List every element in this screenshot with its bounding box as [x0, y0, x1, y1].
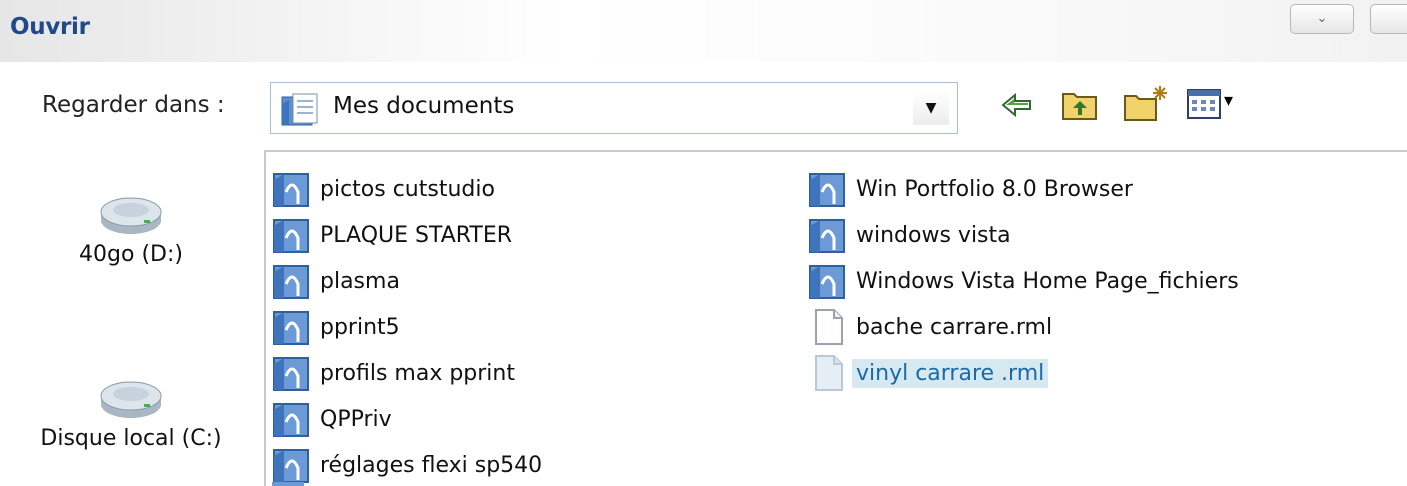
file-column-1: pictos cutstudio PLAQUE STARTER plasma p…	[272, 166, 546, 486]
item-name: vinyl carrare .rml	[852, 358, 1049, 388]
folder-icon	[809, 219, 845, 253]
list-item[interactable]: PLAQUE STARTER	[272, 212, 546, 258]
look-in-value: Mes documents	[333, 93, 515, 119]
new-folder-icon	[1124, 86, 1167, 121]
folder-icon	[273, 219, 309, 253]
folder-icon	[273, 265, 309, 299]
window-control-button[interactable]	[1370, 4, 1407, 34]
list-item[interactable]: profils max pprint	[272, 350, 546, 396]
item-name: pprint5	[320, 314, 400, 340]
list-item[interactable]: réglages flexi sp540	[272, 442, 546, 486]
folder-icon	[273, 449, 309, 483]
item-name: plasma	[320, 268, 400, 294]
folder-icon	[273, 173, 309, 207]
dropdown-arrow-icon: ▼	[925, 100, 937, 116]
view-menu-button[interactable]: ▾	[1186, 88, 1233, 124]
up-folder-icon	[1062, 93, 1097, 120]
dialog-title: Ouvrir	[10, 14, 90, 40]
file-icon	[815, 355, 843, 391]
title-bar: Ouvrir ⌄	[0, 0, 1407, 62]
window-control-button[interactable]: ⌄	[1290, 4, 1354, 34]
up-folder-button[interactable]	[1060, 86, 1100, 126]
item-name: PLAQUE STARTER	[320, 222, 513, 248]
look-in-label: Regarder dans :	[42, 92, 225, 118]
list-item[interactable]: bache carrare.rml	[808, 304, 1243, 350]
chevron-down-icon: ⌄	[1316, 11, 1328, 26]
list-item[interactable]: QPPriv	[272, 396, 546, 442]
list-item[interactable]: Windows Vista Home Page_fichiers	[808, 258, 1243, 304]
item-name: Windows Vista Home Page_fichiers	[856, 268, 1239, 294]
view-menu-arrow-icon: ▾	[1224, 90, 1234, 111]
hard-drive-icon	[100, 381, 162, 418]
new-folder-button[interactable]	[1122, 84, 1170, 126]
folder-icon	[809, 265, 845, 299]
list-item[interactable]: pprint5	[272, 304, 546, 350]
item-name: pictos cutstudio	[320, 176, 495, 202]
my-documents-folder-icon	[281, 92, 321, 130]
folder-icon	[809, 173, 845, 207]
folder-icon	[273, 357, 309, 391]
partial-folder-icon	[272, 482, 304, 486]
list-item[interactable]: Win Portfolio 8.0 Browser	[808, 166, 1243, 212]
item-name: QPPriv	[320, 406, 392, 432]
folder-icon	[273, 311, 309, 345]
place-label-drive-c: Disque local (C:)	[40, 426, 222, 451]
view-menu-icon	[1187, 89, 1221, 119]
list-item[interactable]: windows vista	[808, 212, 1243, 258]
back-icon	[1001, 92, 1031, 118]
file-column-2: Win Portfolio 8.0 Browser windows vista …	[808, 166, 1243, 396]
file-list[interactable]: pictos cutstudio PLAQUE STARTER plasma p…	[264, 150, 1407, 486]
look-in-dropdown-button[interactable]: ▼	[913, 91, 949, 125]
file-icon	[815, 309, 843, 345]
place-label-drive-d: 40go (D:)	[79, 242, 183, 267]
item-name: profils max pprint	[320, 360, 515, 386]
hard-drive-icon	[100, 197, 162, 234]
places-bar: 40go (D:) Disque local (C:)	[0, 150, 262, 486]
list-item[interactable]: plasma	[272, 258, 546, 304]
list-item-selected[interactable]: vinyl carrare .rml	[808, 350, 1243, 396]
look-in-combobox[interactable]: Mes documents ▼	[270, 82, 958, 134]
place-drive-d[interactable]: 40go (D:)	[0, 190, 262, 267]
item-name: Win Portfolio 8.0 Browser	[856, 176, 1133, 202]
back-button[interactable]	[1000, 90, 1034, 124]
place-drive-c[interactable]: Disque local (C:)	[0, 374, 262, 451]
item-name: bache carrare.rml	[856, 314, 1053, 340]
item-name: windows vista	[856, 222, 1011, 248]
folder-icon	[273, 403, 309, 437]
item-name: réglages flexi sp540	[320, 452, 543, 478]
list-item[interactable]: pictos cutstudio	[272, 166, 546, 212]
